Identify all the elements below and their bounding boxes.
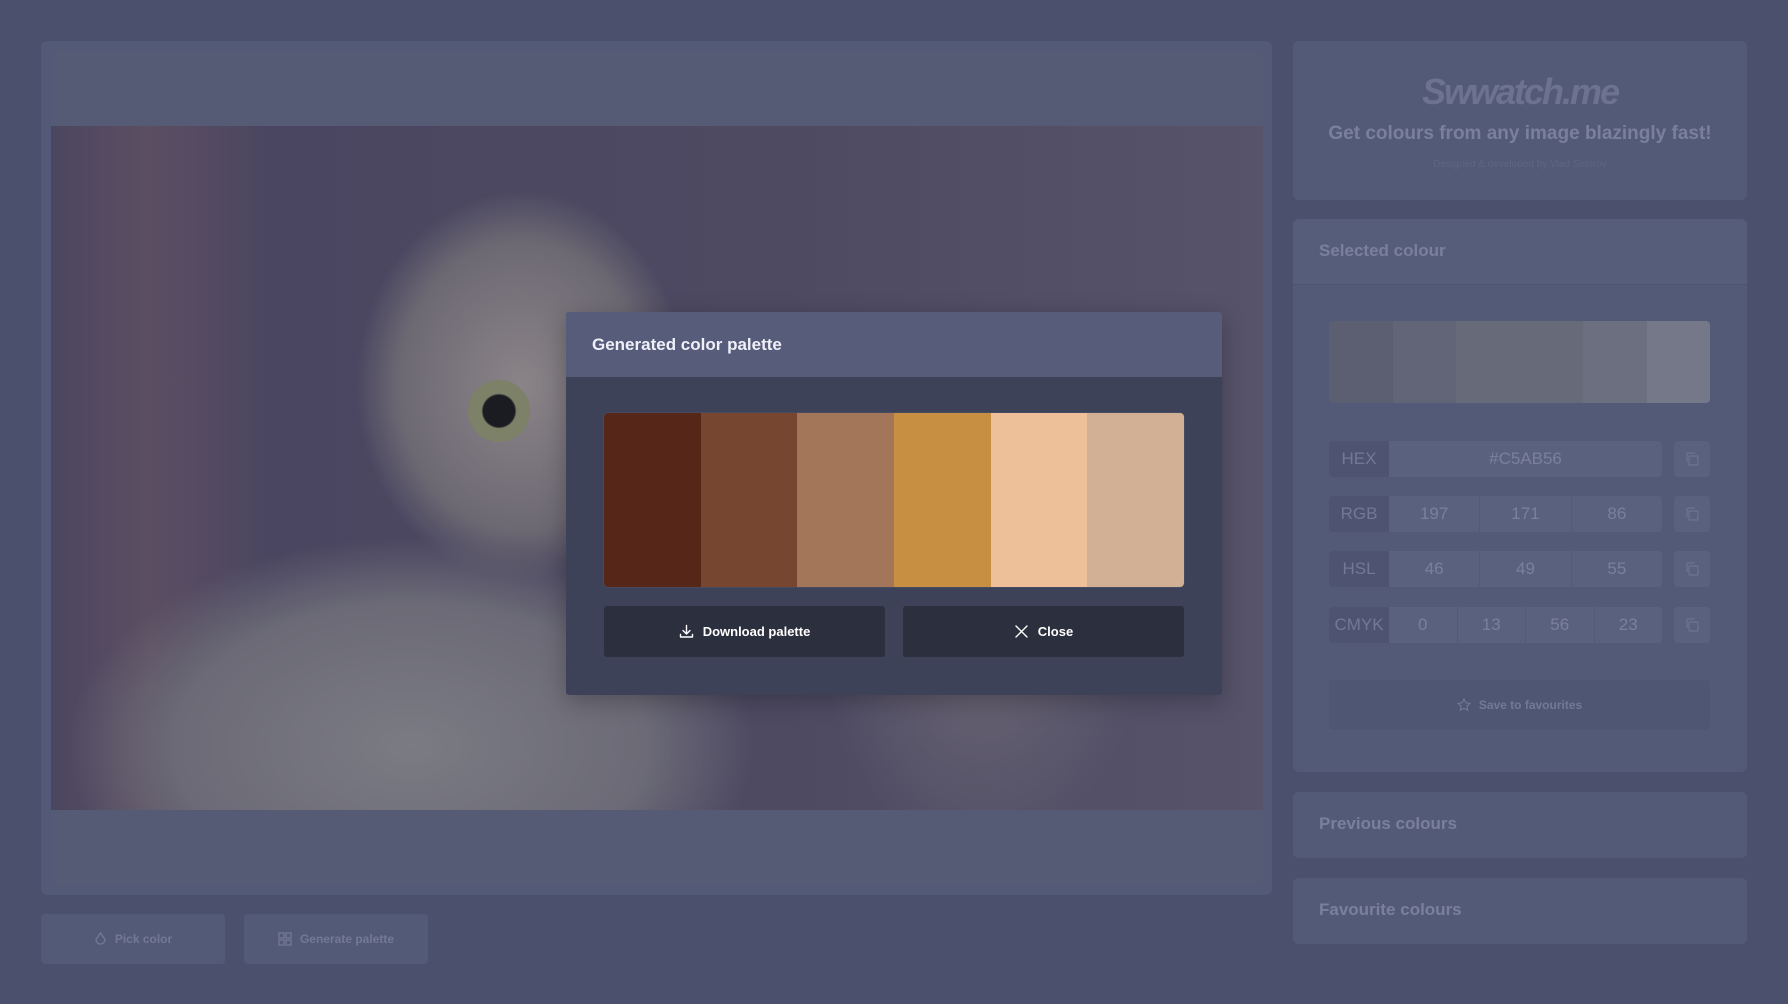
strip-swatch — [1646, 321, 1710, 403]
rgb-b-value[interactable]: 86 — [1570, 496, 1662, 532]
generated-palette — [604, 413, 1184, 587]
copy-hsl-button[interactable] — [1674, 551, 1710, 587]
previous-colours-panel[interactable]: Previous colours — [1293, 792, 1747, 858]
copy-rgb-button[interactable] — [1674, 496, 1710, 532]
app-logo: Swwatch.me — [1421, 71, 1620, 112]
hsl-s-value[interactable]: 49 — [1479, 551, 1570, 587]
modal-title: Generated color palette — [592, 334, 782, 354]
copy-cmyk-button[interactable] — [1674, 607, 1710, 643]
selected-colour-strip — [1329, 321, 1710, 403]
palette-modal: Generated color palette Download palette… — [566, 312, 1222, 695]
strip-swatch — [1456, 321, 1520, 403]
cmyk-m-value[interactable]: 13 — [1456, 607, 1526, 643]
hex-row: HEX #C5AB56 — [1329, 441, 1710, 477]
strip-swatch — [1392, 321, 1456, 403]
palette-swatch[interactable] — [894, 413, 991, 587]
rgb-row: RGB 197 171 86 — [1329, 496, 1710, 532]
close-modal-label: Close — [1037, 624, 1074, 639]
copy-icon — [1684, 561, 1700, 577]
hsl-label: HSL — [1329, 551, 1389, 587]
image-blur-band-bottom — [51, 810, 1263, 886]
app-credit: Designed & developed by Vlad Sidorov — [1433, 159, 1607, 170]
close-modal-button[interactable]: Close — [903, 606, 1184, 657]
copy-hex-button[interactable] — [1674, 441, 1710, 477]
download-palette-label: Download palette — [702, 624, 811, 639]
save-to-favourites-label: Save to favourites — [1478, 698, 1583, 712]
hex-value[interactable]: #C5AB56 — [1389, 441, 1662, 477]
palette-swatch[interactable] — [990, 413, 1088, 587]
strip-swatch — [1519, 321, 1583, 403]
copy-icon — [1684, 506, 1700, 522]
generate-palette-button[interactable]: Generate palette — [244, 914, 428, 964]
palette-swatch[interactable] — [604, 413, 701, 587]
cmyk-k-value[interactable]: 23 — [1593, 607, 1663, 643]
droplet-icon — [94, 932, 107, 946]
cmyk-c-value[interactable]: 0 — [1389, 607, 1457, 643]
hsl-row: HSL 46 49 55 — [1329, 551, 1710, 587]
pick-color-button[interactable]: Pick color — [41, 914, 225, 964]
cmyk-row: CMYK 0 13 56 23 — [1329, 607, 1710, 643]
download-icon — [679, 624, 694, 639]
cat-eye — [468, 380, 530, 442]
app-tagline: Get colours from any image blazingly fas… — [1328, 123, 1712, 144]
pick-color-label: Pick color — [114, 932, 173, 946]
header-panel: Swwatch.me Get colours from any image bl… — [1293, 41, 1747, 200]
copy-icon — [1684, 451, 1700, 467]
palette-swatch[interactable] — [1087, 413, 1184, 587]
copy-icon — [1684, 617, 1700, 633]
selected-colour-panel: Selected colour HEX #C5AB56 RGB 197 171 … — [1293, 219, 1747, 772]
grid-icon — [278, 932, 292, 946]
rgb-label: RGB — [1329, 496, 1389, 532]
selected-colour-heading: Selected colour — [1293, 219, 1747, 285]
strip-swatch — [1329, 321, 1393, 403]
palette-swatch[interactable] — [797, 413, 895, 587]
star-icon — [1456, 698, 1471, 712]
cmyk-label: CMYK — [1329, 607, 1389, 643]
favourite-colours-heading: Favourite colours — [1293, 878, 1747, 944]
rgb-r-value[interactable]: 197 — [1389, 496, 1479, 532]
favourite-colours-panel[interactable]: Favourite colours — [1293, 878, 1747, 944]
download-palette-button[interactable]: Download palette — [604, 606, 885, 657]
hex-label: HEX — [1329, 441, 1389, 477]
previous-colours-heading: Previous colours — [1293, 792, 1747, 858]
strip-swatch — [1583, 321, 1647, 403]
hsl-l-value[interactable]: 55 — [1570, 551, 1662, 587]
hsl-h-value[interactable]: 46 — [1389, 551, 1479, 587]
save-to-favourites-button[interactable]: Save to favourites — [1329, 680, 1710, 730]
modal-header: Generated color palette — [566, 312, 1222, 377]
palette-swatch[interactable] — [700, 413, 798, 587]
generate-palette-label: Generate palette — [299, 932, 395, 946]
rgb-g-value[interactable]: 171 — [1479, 496, 1570, 532]
close-icon — [1014, 624, 1029, 639]
image-blur-band-top — [51, 50, 1263, 126]
cmyk-y-value[interactable]: 56 — [1525, 607, 1594, 643]
